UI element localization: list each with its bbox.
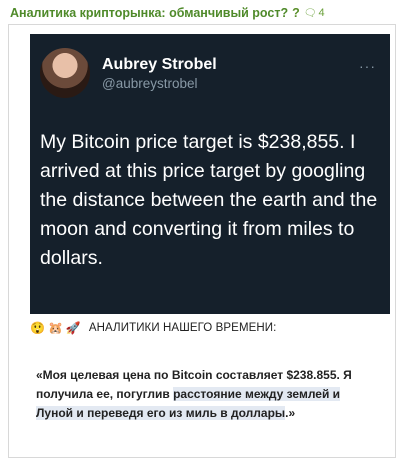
comment-icon: 🗨: [303, 7, 317, 19]
topic-title-link[interactable]: Аналитика крипторынка: обманчивый рост?: [10, 6, 288, 20]
comment-count: 4: [318, 7, 325, 19]
hamster-icon: 🐹: [47, 321, 63, 335]
tweet-text: My Bitcoin price target is $238,855. I a…: [40, 131, 378, 269]
quote-text: «Моя целевая цена по Bitcoin составляет …: [36, 366, 380, 423]
tweet-author-name: Aubrey Strobel: [102, 56, 217, 73]
caption: 😲 🐹 🚀 АНАЛИТИКИ НАШЕГО ВРЕМЕНИ:: [30, 322, 390, 334]
quote-part-2: .»: [285, 406, 296, 420]
tweet-author-handle: @aubreystrobel: [102, 76, 198, 91]
question-icon: ?: [292, 6, 300, 20]
comment-count-link[interactable]: 🗨 4: [304, 7, 325, 19]
topic-header: Аналитика крипторынка: обманчивый рост? …: [10, 4, 394, 22]
rocket-icon: 🚀: [65, 321, 81, 335]
tweet-screenshot: Aubrey Strobel @aubreystrobel ··· My Bit…: [30, 34, 390, 314]
more-options-icon: ···: [359, 58, 376, 74]
astonished-face-icon: 😲: [30, 321, 45, 335]
caption-text: АНАЛИТИКИ НАШЕГО ВРЕМЕНИ:: [88, 322, 277, 334]
avatar: [40, 48, 90, 98]
